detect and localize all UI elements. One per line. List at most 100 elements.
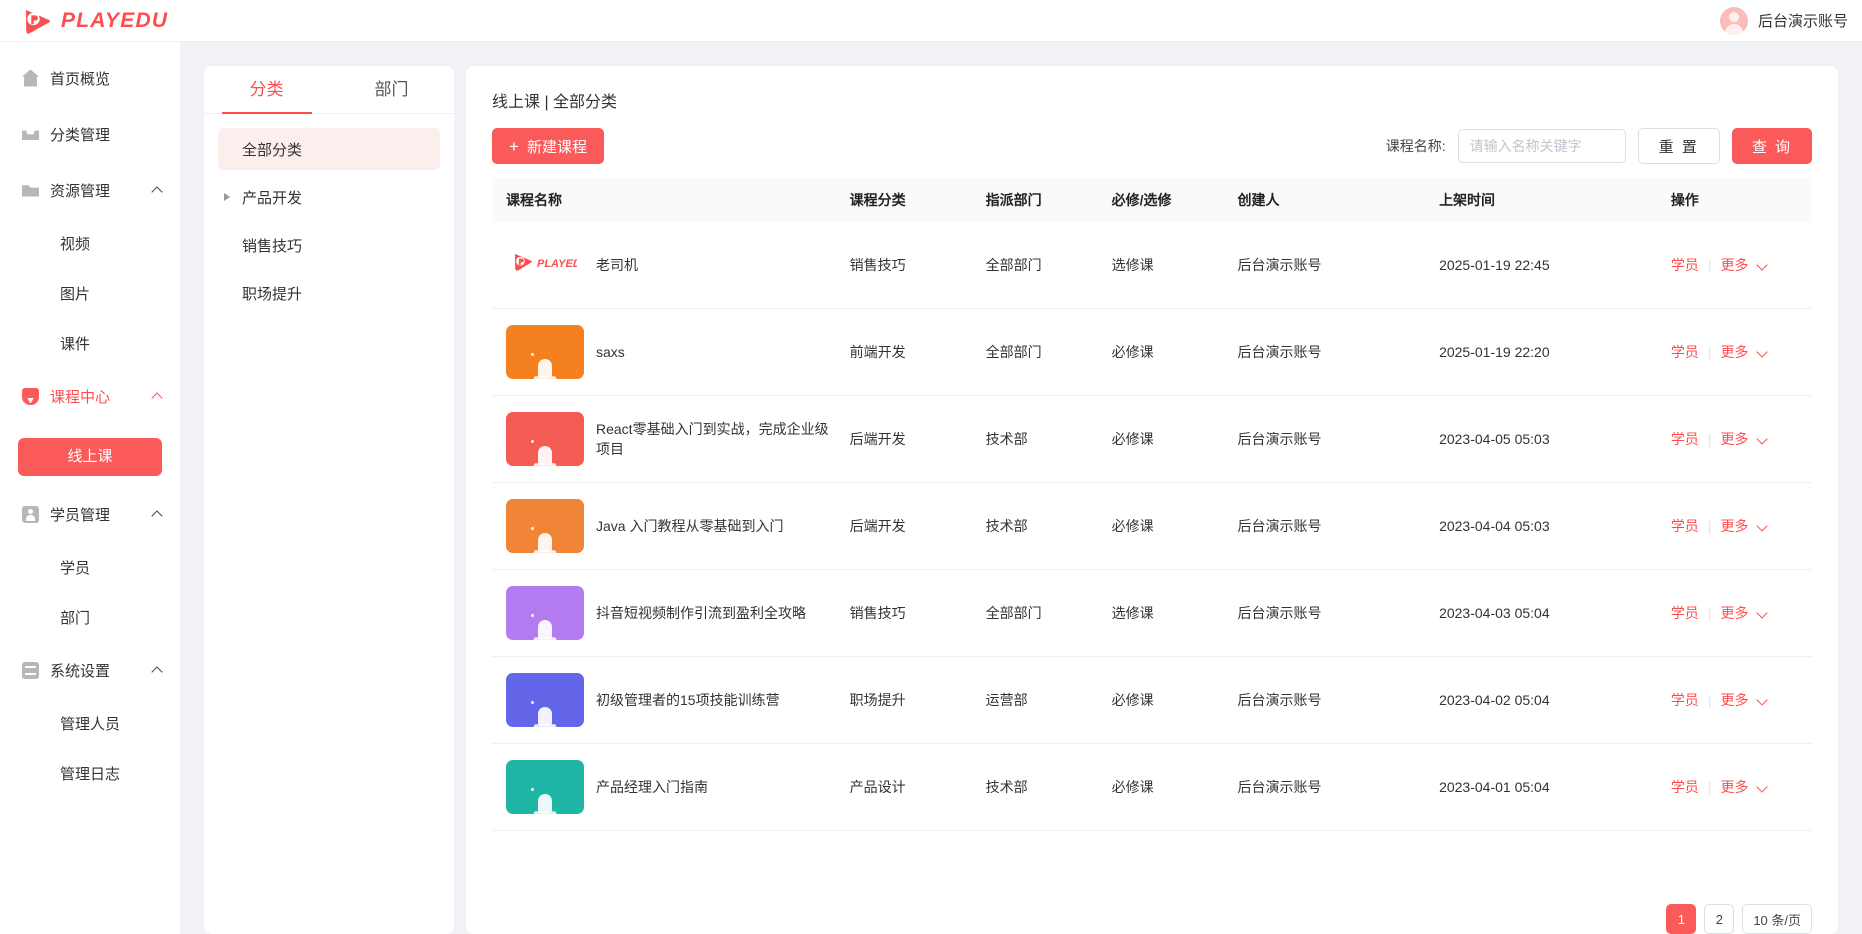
sidebar-subitem-admins[interactable]: 管理人员 xyxy=(0,712,180,738)
op-students-link[interactable]: 学员 xyxy=(1671,342,1699,362)
op-more-link[interactable]: 更多 xyxy=(1720,429,1748,449)
svg-text:PLAYEDU: PLAYEDU xyxy=(537,258,577,270)
user-menu[interactable]: 后台演示账号 xyxy=(1720,7,1862,35)
sidebar-subitem-video[interactable]: 视频 xyxy=(0,232,180,258)
op-students-link[interactable]: 学员 xyxy=(1671,255,1699,275)
pagination-page-1[interactable]: 1 xyxy=(1666,904,1696,934)
course-category: 销售技巧 xyxy=(850,605,906,621)
chevron-down-icon[interactable] xyxy=(1757,259,1769,271)
cell-course-category: 后端开发 xyxy=(840,396,976,483)
cell-published-time: 2023-04-02 05:04 xyxy=(1429,657,1661,744)
cell-creator: 后台演示账号 xyxy=(1228,309,1430,396)
sidebar-item-system-settings[interactable]: 系统设置 xyxy=(0,656,180,684)
tab-category[interactable]: 分类 xyxy=(204,66,329,113)
column-header-operations: 操作 xyxy=(1661,178,1812,222)
course-department: 运营部 xyxy=(986,692,1028,708)
toolbar: + 新建课程 课程名称: 重 置 查 询 xyxy=(466,112,1838,178)
sidebar-subitem-logs[interactable]: 管理日志 xyxy=(0,762,180,788)
course-published-time: 2023-04-05 05:03 xyxy=(1439,431,1550,447)
op-students-link[interactable]: 学员 xyxy=(1671,603,1699,623)
chevron-down-icon[interactable] xyxy=(1757,607,1769,619)
op-more-link[interactable]: 更多 xyxy=(1720,603,1748,623)
create-course-button[interactable]: + 新建课程 xyxy=(492,128,604,164)
sidebar-subitem-student[interactable]: 学员 xyxy=(0,556,180,582)
course-thumbnail-art xyxy=(525,529,565,553)
sidebar-subitem-courseware[interactable]: 课件 xyxy=(0,332,180,358)
folder-icon xyxy=(22,182,39,199)
category-item-all[interactable]: 全部分类 xyxy=(218,128,440,170)
cell-course-name: React零基础入门到实战，完成企业级项目 xyxy=(492,396,840,483)
chevron-up-icon xyxy=(152,664,164,676)
course-creator: 后台演示账号 xyxy=(1238,779,1322,795)
chevron-down-icon[interactable] xyxy=(1757,781,1769,793)
table-row: PLAYEDU老司机销售技巧全部部门选修课后台演示账号2025-01-19 22… xyxy=(492,222,1812,309)
course-name-search-input[interactable] xyxy=(1458,129,1626,163)
op-more-link[interactable]: 更多 xyxy=(1720,690,1748,710)
cell-required: 选修课 xyxy=(1102,222,1228,309)
chevron-up-icon xyxy=(152,390,164,402)
pagination-page-2[interactable]: 2 xyxy=(1704,904,1734,934)
chevron-down-icon[interactable] xyxy=(1757,433,1769,445)
user-name: 后台演示账号 xyxy=(1758,10,1848,31)
reset-button[interactable]: 重 置 xyxy=(1638,128,1720,164)
sidebar-subitem-department[interactable]: 部门 xyxy=(0,606,180,632)
breadcrumb: 线上课 | 全部分类 xyxy=(466,66,1838,112)
query-button[interactable]: 查 询 xyxy=(1732,128,1812,164)
column-header-department: 指派部门 xyxy=(976,178,1102,222)
app-body: 首页概览 分类管理 资源管理 视频 图片 课件 课程中心 线上课 xyxy=(0,42,1862,934)
sidebar-item-label: 首页概览 xyxy=(50,68,164,89)
expand-arrow-icon[interactable] xyxy=(222,191,234,203)
course-published-time: 2023-04-04 05:03 xyxy=(1439,518,1550,534)
course-thumbnail xyxy=(506,760,584,814)
category-item-career-growth[interactable]: 职场提升 xyxy=(218,272,440,314)
course-thumbnail-art xyxy=(525,703,565,727)
table-row: 产品经理入门指南产品设计技术部必修课后台演示账号2023-04-01 05:04… xyxy=(492,744,1812,831)
course-published-time: 2023-04-02 05:04 xyxy=(1439,692,1550,708)
cell-published-time: 2023-04-01 05:04 xyxy=(1429,744,1661,831)
course-table: 课程名称 课程分类 指派部门 必修/选修 创建人 上架时间 操作 PLAYEDU… xyxy=(492,178,1812,831)
cell-required: 选修课 xyxy=(1102,570,1228,657)
sidebar-subitem-online-course[interactable]: 线上课 xyxy=(18,438,162,476)
course-title: Java 入门教程从零基础到入门 xyxy=(596,516,783,536)
chevron-down-icon[interactable] xyxy=(1757,694,1769,706)
course-thumbnail xyxy=(506,499,584,553)
op-more-link[interactable]: 更多 xyxy=(1720,777,1748,797)
cell-required: 必修课 xyxy=(1102,483,1228,570)
course-required: 必修课 xyxy=(1112,779,1154,795)
op-students-link[interactable]: 学员 xyxy=(1671,777,1699,797)
sidebar-item-students[interactable]: 学员管理 xyxy=(0,500,180,528)
table-header-row: 课程名称 课程分类 指派部门 必修/选修 创建人 上架时间 操作 xyxy=(492,178,1812,222)
chevron-down-icon[interactable] xyxy=(1757,520,1769,532)
course-department: 全部部门 xyxy=(986,344,1042,360)
cell-course-category: 职场提升 xyxy=(840,657,976,744)
category-item-product-dev[interactable]: 产品开发 xyxy=(218,176,440,218)
op-students-link[interactable]: 学员 xyxy=(1671,516,1699,536)
sidebar-item-home[interactable]: 首页概览 xyxy=(0,64,180,92)
column-header-course-category: 课程分类 xyxy=(840,178,976,222)
sidebar-item-resources[interactable]: 资源管理 xyxy=(0,176,180,204)
sidebar-item-category[interactable]: 分类管理 xyxy=(0,120,180,148)
op-more-link[interactable]: 更多 xyxy=(1720,516,1748,536)
op-students-link[interactable]: 学员 xyxy=(1671,429,1699,449)
category-item-label: 销售技巧 xyxy=(242,235,302,256)
chevron-up-icon xyxy=(152,508,164,520)
op-more-link[interactable]: 更多 xyxy=(1720,255,1748,275)
sidebar-item-course-center[interactable]: 课程中心 xyxy=(0,382,180,410)
cell-course-category: 产品设计 xyxy=(840,744,976,831)
chevron-down-icon[interactable] xyxy=(1757,346,1769,358)
category-tabs: 分类 部门 xyxy=(204,66,454,114)
category-item-sales-skills[interactable]: 销售技巧 xyxy=(218,224,440,266)
cell-operations: 学员|更多 xyxy=(1661,396,1812,483)
cell-operations: 学员|更多 xyxy=(1661,657,1812,744)
op-students-link[interactable]: 学员 xyxy=(1671,690,1699,710)
tab-department[interactable]: 部门 xyxy=(329,66,454,113)
op-separator: | xyxy=(1708,779,1712,795)
cell-operations: 学员|更多 xyxy=(1661,483,1812,570)
pagination-page-size[interactable]: 10 条/页 xyxy=(1742,904,1812,934)
cell-department: 技术部 xyxy=(976,744,1102,831)
sidebar-subitem-image[interactable]: 图片 xyxy=(0,282,180,308)
create-course-label: 新建课程 xyxy=(527,136,587,157)
cell-department: 技术部 xyxy=(976,396,1102,483)
brand[interactable]: PLAYEDU xyxy=(0,6,168,36)
op-more-link[interactable]: 更多 xyxy=(1720,342,1748,362)
